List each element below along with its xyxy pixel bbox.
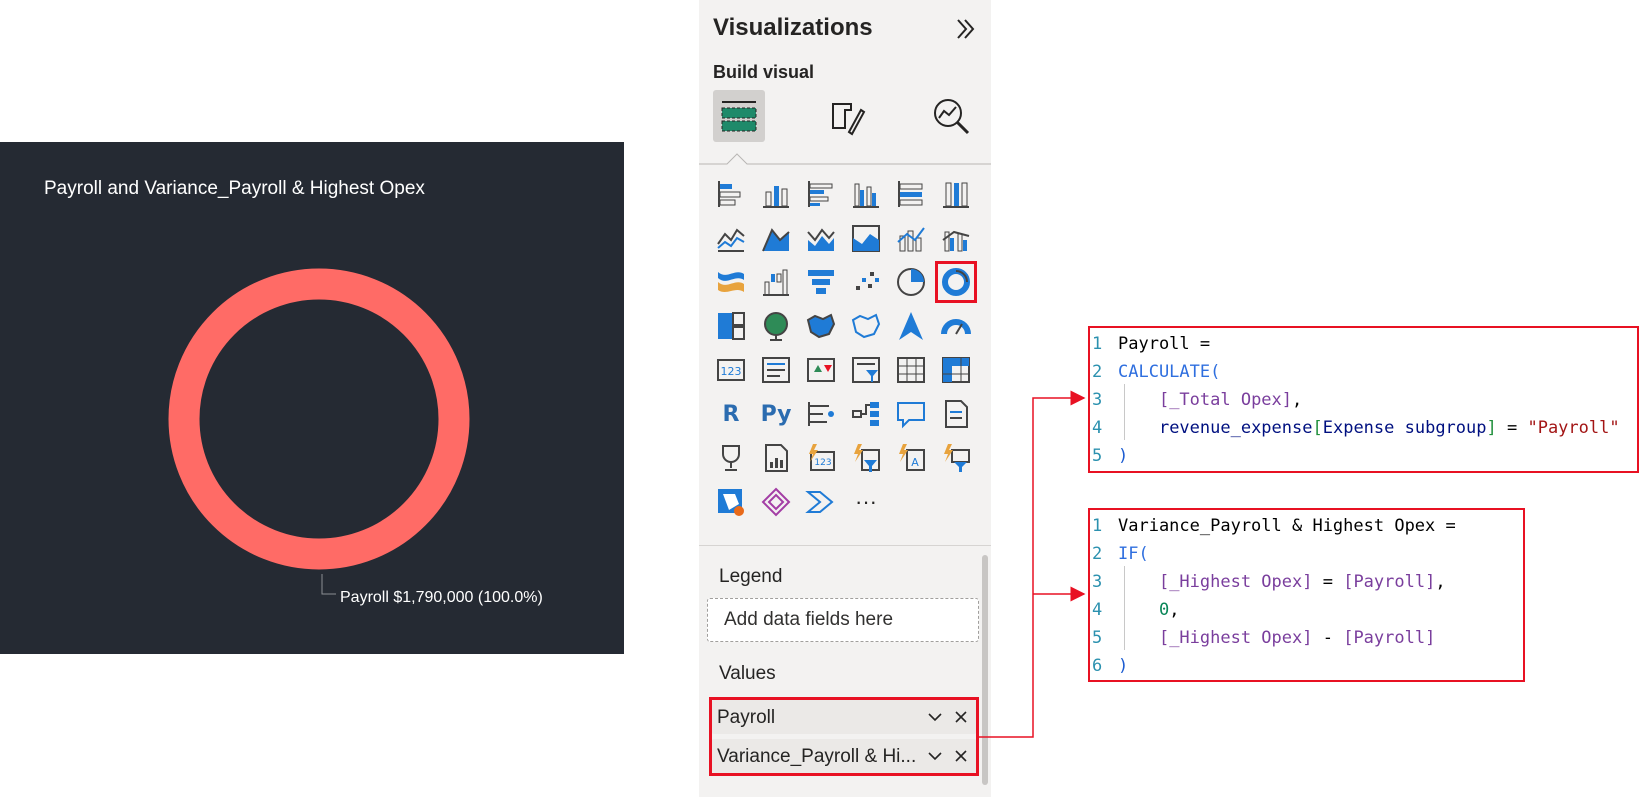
variance-measure-code: 1 Variance_Payroll & Highest Opex = 2 IF( … [1088,508,1525,682]
code-line: 5 [_Highest Opex] - [Payroll] [1092,628,1436,648]
code-line: 4 0, [1092,600,1180,620]
code-line: 4 revenue_expense[Expense subgroup] = "P… [1092,418,1620,438]
code-line: 1 Payroll = [1092,334,1211,354]
code-line: 6) [1092,656,1129,676]
code-line: 2 IF( [1092,544,1149,564]
code-line: 5) [1092,446,1129,466]
code-line: 3 [_Highest Opex] = [Payroll], [1092,572,1446,592]
connector-arrow-payroll [979,390,1086,738]
payroll-measure-code: 1 Payroll = 2 CALCULATE( 3 [_Total Opex], … [1088,326,1639,473]
code-line: 1 Variance_Payroll & Highest Opex = [1092,516,1456,536]
code-line: 2 CALCULATE( [1092,362,1221,382]
code-line: 3 [_Total Opex], [1092,390,1303,410]
